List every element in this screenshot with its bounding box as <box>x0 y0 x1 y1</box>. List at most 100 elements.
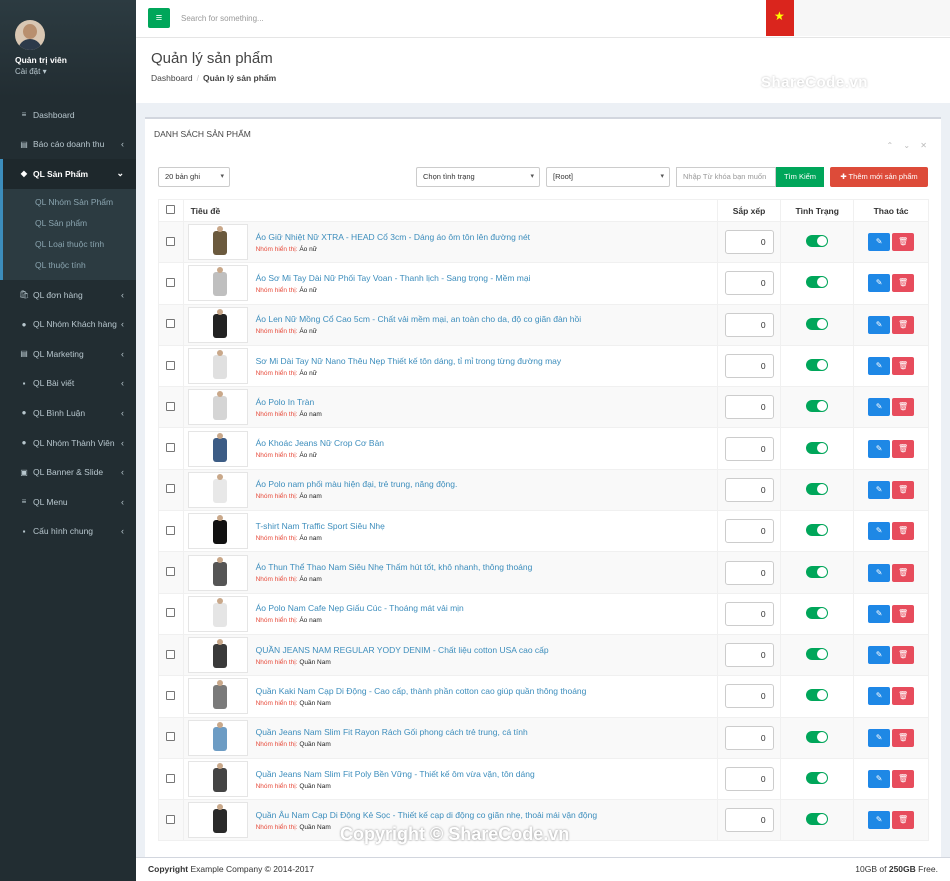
order-input[interactable]: 0 <box>724 354 774 379</box>
row-checkbox[interactable] <box>166 360 176 370</box>
order-input[interactable]: 0 <box>724 395 774 420</box>
order-input[interactable]: 0 <box>724 436 774 461</box>
edit-icon[interactable]: ✎ <box>868 522 891 541</box>
product-title-link[interactable]: Quần Jeans Nam Slim Fit Rayon Rách Gối p… <box>256 727 528 737</box>
category-select[interactable]: [Root] ▾ <box>546 167 670 187</box>
edit-icon[interactable]: ✎ <box>868 480 891 499</box>
status-toggle[interactable] <box>806 482 829 495</box>
order-input[interactable]: 0 <box>724 560 774 585</box>
settings-link[interactable]: Cài đặt ▾ <box>15 67 47 76</box>
product-thumbnail[interactable] <box>187 430 248 467</box>
row-checkbox[interactable] <box>166 277 176 287</box>
row-checkbox[interactable] <box>166 525 176 535</box>
search-input[interactable]: Search for something... <box>181 14 264 23</box>
row-checkbox[interactable] <box>166 732 176 742</box>
sidebar-item-products[interactable]: ◆ QL Sản Phẩm ⌄ <box>0 159 136 189</box>
status-toggle[interactable] <box>806 730 829 743</box>
status-toggle[interactable] <box>806 689 829 702</box>
order-input[interactable]: 0 <box>724 230 774 255</box>
submenu-item-products[interactable]: QL Sản phẩm <box>3 213 136 234</box>
row-checkbox[interactable] <box>166 236 176 246</box>
product-title-link[interactable]: Áo Polo nam phối màu hiện đại, trẻ trung… <box>256 479 458 489</box>
product-title-link[interactable]: Áo Thun Thể Thao Nam Siêu Nhẹ Thấm hút t… <box>256 562 533 572</box>
sidebar-item-menu[interactable]: ≡ QL Menu ‹ <box>0 487 136 517</box>
status-toggle[interactable] <box>806 772 829 784</box>
trash-icon[interactable]: 🗑 <box>892 563 915 582</box>
submenu-item-attribute-types[interactable]: QL Loại thuộc tính <box>3 234 136 255</box>
avatar[interactable] <box>15 20 45 50</box>
status-toggle[interactable] <box>806 400 829 413</box>
order-input[interactable]: 0 <box>724 684 774 709</box>
row-checkbox[interactable] <box>166 484 176 494</box>
sidebar-item-customer-groups[interactable]: ● QL Nhóm Khách hàng ‹ <box>0 309 136 339</box>
row-checkbox[interactable] <box>166 690 176 700</box>
sidebar-item-marketing[interactable]: ▤ QL Marketing ‹ <box>0 339 136 369</box>
product-thumbnail[interactable] <box>187 595 248 632</box>
product-thumbnail[interactable] <box>187 554 248 591</box>
trash-icon[interactable]: 🗑 <box>892 770 915 788</box>
status-toggle[interactable] <box>806 276 829 289</box>
edit-icon[interactable]: ✎ <box>868 728 891 747</box>
sidebar-item-posts[interactable]: ▪ QL Bài viết ‹ <box>0 369 136 399</box>
edit-icon[interactable]: ✎ <box>868 770 891 788</box>
status-toggle[interactable] <box>806 359 829 372</box>
product-title-link[interactable]: QUẦN JEANS NAM REGULAR YODY DENIM - Chất… <box>256 645 549 655</box>
edit-icon[interactable]: ✎ <box>868 811 891 830</box>
order-input[interactable]: 0 <box>724 725 774 750</box>
order-input[interactable]: 0 <box>724 808 774 833</box>
status-toggle[interactable] <box>806 441 829 454</box>
trash-icon[interactable]: 🗑 <box>892 646 915 665</box>
product-title-link[interactable]: Áo Polo In Tràn <box>256 397 322 407</box>
product-title-link[interactable]: Áo Giữ Nhiệt Nữ XTRA - HEAD Cổ 3cm - Dán… <box>256 232 530 242</box>
trash-icon[interactable]: 🗑 <box>892 522 915 541</box>
trash-icon[interactable]: 🗑 <box>892 357 915 376</box>
product-title-link[interactable]: Quần Kaki Nam Cạp Di Động - Cao cấp, thà… <box>256 686 587 696</box>
trash-icon[interactable]: 🗑 <box>892 398 915 417</box>
order-input[interactable]: 0 <box>724 271 774 296</box>
row-checkbox[interactable] <box>166 608 176 618</box>
product-thumbnail[interactable] <box>187 678 248 715</box>
product-thumbnail[interactable] <box>187 761 248 797</box>
trash-icon[interactable]: 🗑 <box>892 315 915 334</box>
keyword-input[interactable]: Nhập Từ khóa bạn muốn <box>676 167 776 187</box>
status-toggle[interactable] <box>806 524 829 537</box>
product-title-link[interactable]: Sơ Mi Dài Tay Nữ Nano Thêu Nẹp Thiết kế … <box>256 356 562 366</box>
per-page-select[interactable]: 20 bản ghi ▾ <box>158 167 230 187</box>
product-thumbnail[interactable] <box>187 306 248 343</box>
row-checkbox[interactable] <box>166 814 176 824</box>
edit-icon[interactable]: ✎ <box>868 398 891 417</box>
sidebar-item-revenue-report[interactable]: ▤ Báo cáo doanh thu ‹ <box>0 130 136 160</box>
trash-icon[interactable]: 🗑 <box>892 728 915 747</box>
product-thumbnail[interactable] <box>187 265 248 302</box>
edit-icon[interactable]: ✎ <box>868 315 891 334</box>
order-input[interactable]: 0 <box>724 601 774 626</box>
order-input[interactable]: 0 <box>724 767 774 791</box>
trash-icon[interactable]: 🗑 <box>892 811 915 830</box>
edit-icon[interactable]: ✎ <box>868 274 891 293</box>
box-tools-icons[interactable]: ⌃ ⌄ ✕ <box>886 141 931 150</box>
submenu-item-attributes[interactable]: QL thuộc tính <box>3 255 136 276</box>
product-thumbnail[interactable] <box>187 224 248 261</box>
edit-icon[interactable]: ✎ <box>868 357 891 376</box>
sidebar-item-orders[interactable]: 🛍 QL đơn hàng ‹ <box>0 280 136 310</box>
edit-icon[interactable]: ✎ <box>868 439 891 458</box>
product-title-link[interactable]: Quần Jeans Nam Slim Fit Poly Bền Vững - … <box>256 769 535 779</box>
product-title-link[interactable]: Áo Sơ Mi Tay Dài Nữ Phối Tay Voan - Than… <box>256 273 531 283</box>
trash-icon[interactable]: 🗑 <box>892 439 915 458</box>
row-checkbox[interactable] <box>166 443 176 453</box>
trash-icon[interactable]: 🗑 <box>892 233 915 252</box>
row-checkbox[interactable] <box>166 401 176 411</box>
product-title-link[interactable]: Áo Khoác Jeans Nữ Crop Cơ Bản <box>256 438 384 448</box>
sidebar-item-settings[interactable]: ▪ Cấu hình chung ‹ <box>0 517 136 547</box>
sidebar-item-comments[interactable]: ● QL Bình Luận ‹ <box>0 398 136 428</box>
product-thumbnail[interactable] <box>187 348 248 385</box>
product-thumbnail[interactable] <box>187 802 248 839</box>
product-thumbnail[interactable] <box>187 637 248 674</box>
edit-icon[interactable]: ✎ <box>868 233 891 252</box>
edit-icon[interactable]: ✎ <box>868 563 891 582</box>
order-input[interactable]: 0 <box>724 477 774 502</box>
row-checkbox[interactable] <box>166 319 176 329</box>
status-toggle[interactable] <box>806 317 829 330</box>
sidebar-item-dashboard[interactable]: ≡ Dashboard <box>0 100 136 130</box>
order-input[interactable]: 0 <box>724 312 774 337</box>
